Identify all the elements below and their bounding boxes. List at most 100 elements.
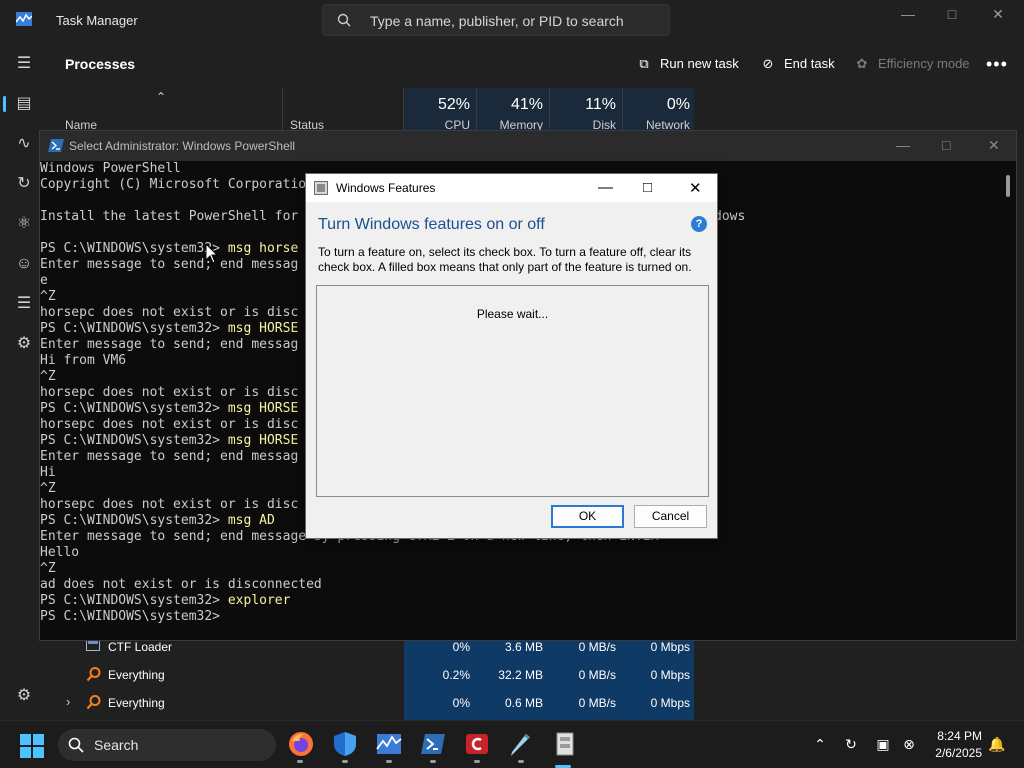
notepad-pen-icon[interactable] xyxy=(508,731,534,757)
windows-features-dialog[interactable]: Windows Features — □ ✕ Turn Windows feat… xyxy=(305,173,718,539)
running-indicator xyxy=(518,760,524,763)
console-line: ad does not exist or is disconnected xyxy=(40,577,1000,593)
taskbar: Search ⌃ ↻ ▣ ⊗ 8:24 PM 2/6/2025 🔔 xyxy=(0,720,1024,768)
taskbar-search-label: Search xyxy=(94,737,139,753)
console-text: PS C:\WINDOWS\system32> xyxy=(40,609,228,624)
close-button[interactable]: ✕ xyxy=(988,137,1000,154)
console-command: msg horse xyxy=(227,241,299,256)
details-nav-icon[interactable]: ☰ xyxy=(14,294,34,314)
process-disk: 0 MB/s xyxy=(578,668,616,682)
efficiency-mode-button[interactable]: ✿ Efficiency mode xyxy=(854,56,970,72)
powershell-taskbar-icon[interactable] xyxy=(420,731,446,757)
search-icon xyxy=(337,13,351,27)
taskbar-search[interactable]: Search xyxy=(58,729,276,761)
powershell-title: Select Administrator: Windows PowerShell xyxy=(69,139,296,153)
process-name: Everything xyxy=(108,668,165,682)
minimize-button[interactable]: — xyxy=(598,179,613,196)
close-button[interactable]: ✕ xyxy=(976,6,1020,26)
notification-bell-icon[interactable]: 🔔 xyxy=(988,735,1006,753)
performance-nav-icon[interactable]: ∿ xyxy=(14,134,34,154)
console-scrollbar[interactable] xyxy=(1006,175,1010,197)
more-options-icon[interactable]: ••• xyxy=(986,54,1008,75)
display-icon[interactable]: ▣ xyxy=(874,735,892,753)
minimize-button[interactable]: — xyxy=(896,137,910,153)
settings-gear-icon[interactable]: ⚙ xyxy=(14,686,34,706)
features-tree[interactable]: Please wait... xyxy=(316,285,709,497)
network-disconnected-icon[interactable]: ⊗ xyxy=(900,735,918,753)
maximize-button[interactable]: □ xyxy=(930,6,974,26)
mouse-cursor-icon xyxy=(206,244,218,264)
console-text: Enter message to send; end messag xyxy=(40,257,299,272)
close-button[interactable]: ✕ xyxy=(689,179,702,197)
console-text: horsepc does not exist or is disc xyxy=(40,385,299,400)
everything-search-icon xyxy=(86,667,101,682)
help-icon[interactable]: ? xyxy=(691,216,707,232)
console-text: horsepc does not exist or is disc xyxy=(40,417,299,432)
windows-features-icon xyxy=(314,181,328,195)
console-text: Windows PowerShell xyxy=(40,161,181,176)
ok-button[interactable]: OK xyxy=(551,505,624,528)
console-text: e xyxy=(40,273,48,288)
console-text: horsepc does not exist or is disc xyxy=(40,305,299,320)
console-text: Enter message to send; end messag xyxy=(40,449,299,464)
process-network: 0 Mbps xyxy=(650,668,690,682)
process-cpu: 0% xyxy=(452,640,470,654)
windows-start-icon[interactable] xyxy=(20,734,44,758)
startup-apps-nav-icon[interactable]: ⚛ xyxy=(14,214,34,234)
dialog-description: To turn a feature on, select its check b… xyxy=(318,245,692,274)
page-title: Processes xyxy=(65,56,136,72)
windows-defender-shield-icon[interactable] xyxy=(332,731,358,757)
console-line: Hello xyxy=(40,545,1000,561)
console-text: ^Z xyxy=(40,561,56,576)
console-text: Hi from VM6 xyxy=(40,353,127,368)
hamburger-menu-icon[interactable]: ☰ xyxy=(14,54,34,74)
app-history-nav-icon[interactable]: ↻ xyxy=(14,174,34,194)
expand-chevron-icon[interactable]: › xyxy=(66,694,70,709)
services-nav-icon[interactable]: ⚙ xyxy=(14,334,34,354)
sort-chevron-up-icon[interactable]: ⌃ xyxy=(156,90,166,104)
console-text: Hello xyxy=(40,545,80,560)
cancel-button[interactable]: Cancel xyxy=(634,505,707,528)
show-hidden-icons-chevron-up-icon[interactable]: ⌃ xyxy=(811,735,829,753)
firefox-icon[interactable] xyxy=(288,731,314,757)
dialog-heading: Turn Windows features on or off xyxy=(318,216,545,233)
console-line: PS C:\WINDOWS\system32> explorer xyxy=(40,593,1000,609)
clock-date[interactable]: 2/6/2025 xyxy=(926,746,982,760)
processes-nav-icon[interactable]: ▤ xyxy=(14,94,34,114)
process-network: 0 Mbps xyxy=(650,696,690,710)
task-manager-taskbar-icon[interactable] xyxy=(376,731,402,757)
process-memory: 0.6 MB xyxy=(504,696,543,710)
process-disk: 0 MB/s xyxy=(578,640,616,654)
column-divider xyxy=(549,88,550,134)
red-app-icon[interactable] xyxy=(464,731,490,757)
console-command: msg HORSE xyxy=(227,433,299,448)
sync-icon[interactable]: ↻ xyxy=(842,735,860,753)
dialog-title: Windows Features xyxy=(336,181,436,195)
console-text: PS C:\WINDOWS\system32> xyxy=(40,433,228,448)
process-cpu: 0% xyxy=(452,696,470,710)
console-text: ^Z xyxy=(40,481,56,496)
console-text: Enter message to send; end messag xyxy=(40,337,299,352)
console-text: PS C:\WINDOWS\system32> xyxy=(40,241,228,256)
users-nav-icon[interactable]: ☺ xyxy=(14,254,34,274)
process-cpu: 0.2% xyxy=(442,668,470,682)
minimize-button[interactable]: — xyxy=(886,6,930,26)
powershell-titlebar[interactable]: Select Administrator: Windows PowerShell… xyxy=(40,131,1016,161)
windows-features-taskbar-icon[interactable] xyxy=(552,731,578,757)
task-manager-titlebar: Task Manager Type a name, publisher, or … xyxy=(0,0,1024,40)
dialog-titlebar[interactable]: Windows Features — □ ✕ xyxy=(306,174,717,202)
console-text: PS C:\WINDOWS\system32> xyxy=(40,513,228,528)
search-input[interactable]: Type a name, publisher, or PID to search xyxy=(322,4,670,36)
column-divider xyxy=(622,88,623,134)
memory-usage-total: 41% xyxy=(510,96,543,113)
console-command: msg HORSE xyxy=(227,321,299,336)
leaf-icon: ✿ xyxy=(856,56,868,71)
run-new-task-button[interactable]: ⧉ Run new task xyxy=(636,56,738,72)
maximize-button[interactable]: □ xyxy=(942,137,950,153)
end-task-button[interactable]: ⊘ End task xyxy=(760,56,835,72)
clock-time[interactable]: 8:24 PM xyxy=(932,729,982,743)
console-text: ^Z xyxy=(40,369,56,384)
console-overflow-text: dows xyxy=(714,209,746,224)
console-text: PS C:\WINDOWS\system32> xyxy=(40,593,228,608)
maximize-button[interactable]: □ xyxy=(643,179,652,196)
